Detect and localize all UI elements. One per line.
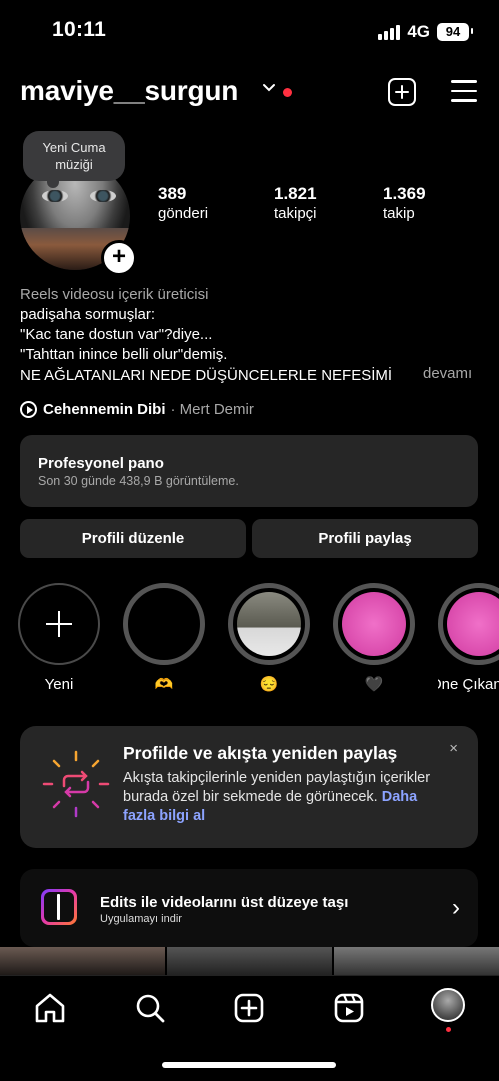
edits-logo-icon	[41, 889, 77, 925]
repost-info-card: Profilde ve akışta yeniden paylaş Akışta…	[20, 726, 478, 848]
edits-app-banner[interactable]: Edits ile videolarını üst düzeye taşı Uy…	[20, 869, 478, 947]
highlight-ring	[228, 583, 310, 665]
share-profile-button[interactable]: Profili paylaş	[252, 519, 478, 558]
music-artist: · Mert Demir	[170, 401, 254, 418]
status-time: 10:11	[52, 18, 107, 41]
repost-card-body: Akışta takipçilerinle yeniden paylaştığı…	[123, 769, 443, 826]
highlight-ring	[18, 583, 100, 665]
posts-stat[interactable]: 389 gönderi	[158, 184, 208, 224]
edit-profile-button[interactable]: Profili düzenle	[20, 519, 246, 558]
highlight-ring	[123, 583, 205, 665]
bio-line: padişaha sormuşlar:	[20, 306, 156, 323]
username[interactable]: maviye__surgun	[20, 75, 238, 107]
highlight-ring	[333, 583, 415, 665]
edits-banner-title: Edits ile videolarını üst düzeye taşı	[100, 894, 349, 911]
battery-icon: 94	[437, 23, 473, 41]
notification-dot	[446, 1027, 451, 1032]
network-type: 4G	[407, 22, 430, 41]
followers-count: 1.821	[274, 184, 317, 203]
following-stat[interactable]: 1.369 takip	[383, 184, 426, 224]
highlight-item[interactable]: 🫶	[123, 583, 205, 695]
bio-line: NE AĞLATANLARI NEDE DÜŞÜNCELERLE NEFESİM…	[20, 367, 393, 384]
avatar-photo-eye	[42, 190, 68, 202]
profile-category: Reels videosu içerik üreticisi	[20, 286, 209, 303]
posts-grid	[0, 947, 499, 975]
music-title: Cehennemin Dibi	[43, 401, 166, 418]
professional-dashboard[interactable]: Profesyonel pano Son 30 günde 438,9 B gö…	[20, 435, 478, 507]
menu-icon[interactable]	[451, 80, 477, 109]
highlight-label: Yeni	[44, 676, 74, 693]
highlight-label: Öne Çıkan	[438, 676, 499, 693]
highlight-cover	[237, 592, 301, 656]
profile-avatar[interactable]	[431, 988, 465, 1022]
repost-card-title: Profilde ve akışta yeniden paylaş	[123, 743, 398, 763]
repost-icon	[42, 750, 110, 818]
status-indicators: 4G 94	[378, 22, 473, 42]
grid-thumbnail[interactable]	[0, 947, 165, 975]
home-icon[interactable]	[32, 990, 68, 1026]
create-icon[interactable]	[388, 78, 416, 106]
close-icon[interactable]: ×	[449, 740, 458, 757]
highlight-ring	[438, 583, 499, 665]
profile-music[interactable]: Cehennemin Dibi · Mert Demir	[20, 401, 254, 418]
dashboard-subtitle: Son 30 günde 438,9 B görüntüleme.	[38, 474, 239, 488]
posts-count: 389	[158, 184, 187, 203]
bio-line: "Kac tane dostun var"?diye...	[20, 326, 213, 343]
note-text: Yeni Cuma müziği	[42, 140, 106, 172]
profile-note[interactable]: Yeni Cuma müziği	[23, 131, 125, 188]
posts-label: gönderi	[158, 205, 209, 222]
highlight-item[interactable]: 😔	[228, 583, 310, 695]
chevron-right-icon[interactable]: ›	[452, 894, 460, 922]
highlight-item[interactable]: Öne Çıkan	[438, 583, 499, 695]
dashboard-title: Profesyonel pano	[38, 455, 164, 472]
chevron-down-icon[interactable]	[262, 83, 276, 93]
highlight-item[interactable]: 🖤	[333, 583, 415, 695]
grid-thumbnail[interactable]	[334, 947, 499, 975]
avatar-photo-eye	[90, 190, 116, 202]
followers-label: takipçi	[274, 205, 317, 222]
following-label: takip	[383, 205, 415, 222]
plus-icon	[46, 611, 72, 637]
add-story-icon[interactable]: +	[101, 240, 137, 276]
bio-more-link[interactable]: devamı	[423, 365, 472, 382]
followers-stat[interactable]: 1.821 takipçi	[274, 184, 317, 224]
search-icon[interactable]	[132, 990, 168, 1026]
highlight-label: 😔	[259, 676, 279, 693]
play-icon	[20, 401, 37, 418]
edits-banner-subtitle: Uygulamayı indir	[100, 913, 182, 925]
notification-dot	[283, 88, 292, 97]
highlight-cover	[342, 592, 406, 656]
highlight-label: 🖤	[364, 676, 384, 693]
following-count: 1.369	[383, 184, 426, 203]
reels-icon[interactable]	[331, 990, 367, 1026]
highlight-new[interactable]: Yeni	[18, 583, 100, 695]
highlight-label: 🫶	[154, 676, 174, 693]
signal-icon	[378, 24, 401, 40]
highlight-cover	[447, 592, 499, 656]
grid-thumbnail[interactable]	[167, 947, 332, 975]
create-icon[interactable]	[231, 990, 267, 1026]
highlight-cover	[132, 592, 196, 656]
home-indicator	[162, 1062, 336, 1068]
bio-line: "Tahttan inince belli olur"demiş.	[20, 346, 228, 363]
